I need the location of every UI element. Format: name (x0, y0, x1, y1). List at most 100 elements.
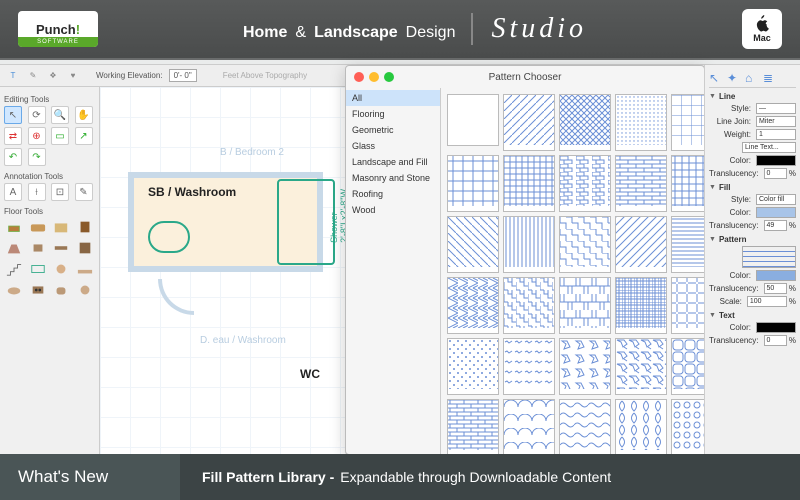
category-item[interactable]: Glass (346, 138, 440, 154)
weight-input[interactable]: 1 (756, 129, 796, 140)
pattern-swatch[interactable] (447, 399, 499, 454)
pencil-tool-icon[interactable]: ✎ (75, 183, 93, 201)
pattern-swatch[interactable] (559, 94, 611, 151)
line-text-button[interactable]: Line Text... (742, 142, 796, 153)
search-tool-icon[interactable]: 🔍 (51, 106, 69, 124)
cabinet-icon[interactable] (75, 218, 95, 236)
undo-icon[interactable]: ↶ (4, 148, 22, 166)
tool-icon[interactable]: ✎ (26, 69, 40, 83)
fill-section-header[interactable]: Fill (709, 183, 796, 192)
pattern-swatch[interactable] (671, 94, 704, 151)
pattern-swatch[interactable] (559, 277, 611, 334)
category-item[interactable]: Landscape and Fill (346, 154, 440, 170)
pattern-swatch[interactable] (615, 94, 667, 151)
category-item[interactable]: Roofing (346, 186, 440, 202)
move-tool-icon[interactable]: ⇄ (4, 127, 22, 145)
pattern-swatch[interactable] (503, 155, 555, 212)
line-translucency-input[interactable]: 0 (764, 168, 787, 179)
shower-fixture[interactable] (277, 179, 335, 265)
category-item[interactable]: Wood (346, 202, 440, 218)
redo-icon[interactable]: ↷ (28, 148, 46, 166)
category-item[interactable]: Masonry and Stone (346, 170, 440, 186)
arrow-tool-icon[interactable]: ↗ (75, 127, 93, 145)
pattern-swatch[interactable] (447, 338, 499, 395)
fill-translucency-input[interactable]: 49 (764, 220, 787, 231)
pattern-chooser-titlebar[interactable]: Pattern Chooser (346, 66, 704, 88)
pattern-swatch[interactable] (447, 155, 499, 212)
pattern-swatch[interactable] (615, 155, 667, 212)
fill-style-select[interactable]: Color fill (756, 194, 796, 205)
pattern-swatch[interactable] (559, 216, 611, 273)
sofa-icon[interactable] (28, 218, 48, 236)
pointer-icon[interactable]: ↖ (709, 71, 723, 85)
selection-tool-icon[interactable]: ▭ (51, 127, 69, 145)
line-section-header[interactable]: Line (709, 92, 796, 101)
chair-icon[interactable] (4, 218, 24, 236)
pattern-swatch[interactable] (615, 277, 667, 334)
pattern-translucency-input[interactable]: 50 (764, 283, 787, 294)
pattern-swatch[interactable] (447, 216, 499, 273)
bath-icon[interactable] (4, 281, 24, 299)
line-style-select[interactable]: — (756, 103, 796, 114)
pattern-swatch[interactable] (447, 94, 499, 146)
pattern-swatch[interactable] (447, 277, 499, 334)
home-icon[interactable]: ⌂ (745, 71, 759, 85)
callout-tool-icon[interactable]: ⊡ (51, 183, 69, 201)
linejoin-select[interactable]: Miter (756, 116, 796, 127)
fill-color-swatch[interactable] (756, 207, 796, 218)
table-icon[interactable] (28, 239, 48, 257)
bed-icon[interactable] (51, 218, 71, 236)
pattern-swatch[interactable] (503, 338, 555, 395)
tool-icon[interactable]: ❖ (46, 69, 60, 83)
wand-icon[interactable]: ✦ (727, 71, 741, 85)
pattern-swatch[interactable] (559, 155, 611, 212)
tool-icon[interactable]: T (6, 69, 20, 83)
armchair-icon[interactable] (51, 281, 71, 299)
pattern-swatch[interactable] (671, 277, 704, 334)
pattern-chooser-window[interactable]: Pattern Chooser All Flooring Geometric G… (345, 65, 705, 455)
sink-fixture[interactable] (148, 221, 190, 253)
text-section-header[interactable]: Text (709, 311, 796, 320)
pattern-swatch[interactable] (503, 94, 555, 151)
stairs-icon[interactable] (4, 260, 24, 278)
heart-icon[interactable]: ♥ (66, 69, 80, 83)
text-color-swatch[interactable] (756, 322, 796, 333)
center-tool-icon[interactable]: ⊕ (28, 127, 46, 145)
pattern-swatch[interactable] (615, 338, 667, 395)
dimension-tool-icon[interactable]: ⟊ (28, 183, 46, 201)
rotate-tool-icon[interactable]: ⟳ (28, 106, 46, 124)
category-item[interactable]: All (346, 90, 440, 106)
pattern-swatch[interactable] (671, 338, 704, 395)
pattern-color-swatch[interactable] (756, 270, 796, 281)
pointer-tool-icon[interactable]: ↖ (4, 106, 22, 124)
pattern-swatch[interactable] (671, 399, 704, 454)
pattern-section-header[interactable]: Pattern (709, 235, 796, 244)
head-icon[interactable] (51, 260, 71, 278)
pattern-preview-swatch[interactable] (742, 246, 796, 268)
pattern-swatch[interactable] (559, 338, 611, 395)
pattern-swatch[interactable] (615, 399, 667, 454)
line-color-swatch[interactable] (756, 155, 796, 166)
door-icon[interactable] (4, 239, 24, 257)
pattern-swatch[interactable] (671, 216, 704, 273)
category-item[interactable]: Flooring (346, 106, 440, 122)
text-translucency-input[interactable]: 0 (764, 335, 787, 346)
pan-tool-icon[interactable]: ✋ (75, 106, 93, 124)
fixture-icon[interactable] (75, 281, 95, 299)
floor-icon[interactable] (75, 260, 95, 278)
pattern-swatch[interactable] (615, 216, 667, 273)
cooktop-icon[interactable] (28, 281, 48, 299)
desk-icon[interactable] (51, 239, 71, 257)
layers-icon[interactable]: ≣ (763, 71, 777, 85)
floorplan-canvas[interactable]: B / Bedroom 2 SB / Washroom Shower2'-8"L… (100, 87, 345, 454)
working-elevation-value[interactable]: 0'- 0" (169, 69, 197, 82)
pattern-swatch[interactable] (503, 216, 555, 273)
pattern-swatch[interactable] (503, 277, 555, 334)
pattern-scale-input[interactable]: 100 (747, 296, 787, 307)
pattern-swatch[interactable] (503, 399, 555, 454)
pattern-swatch[interactable] (559, 399, 611, 454)
text-tool-icon[interactable]: A (4, 183, 22, 201)
category-item[interactable]: Geometric (346, 122, 440, 138)
shelf-icon[interactable] (75, 239, 95, 257)
window-icon[interactable] (28, 260, 48, 278)
